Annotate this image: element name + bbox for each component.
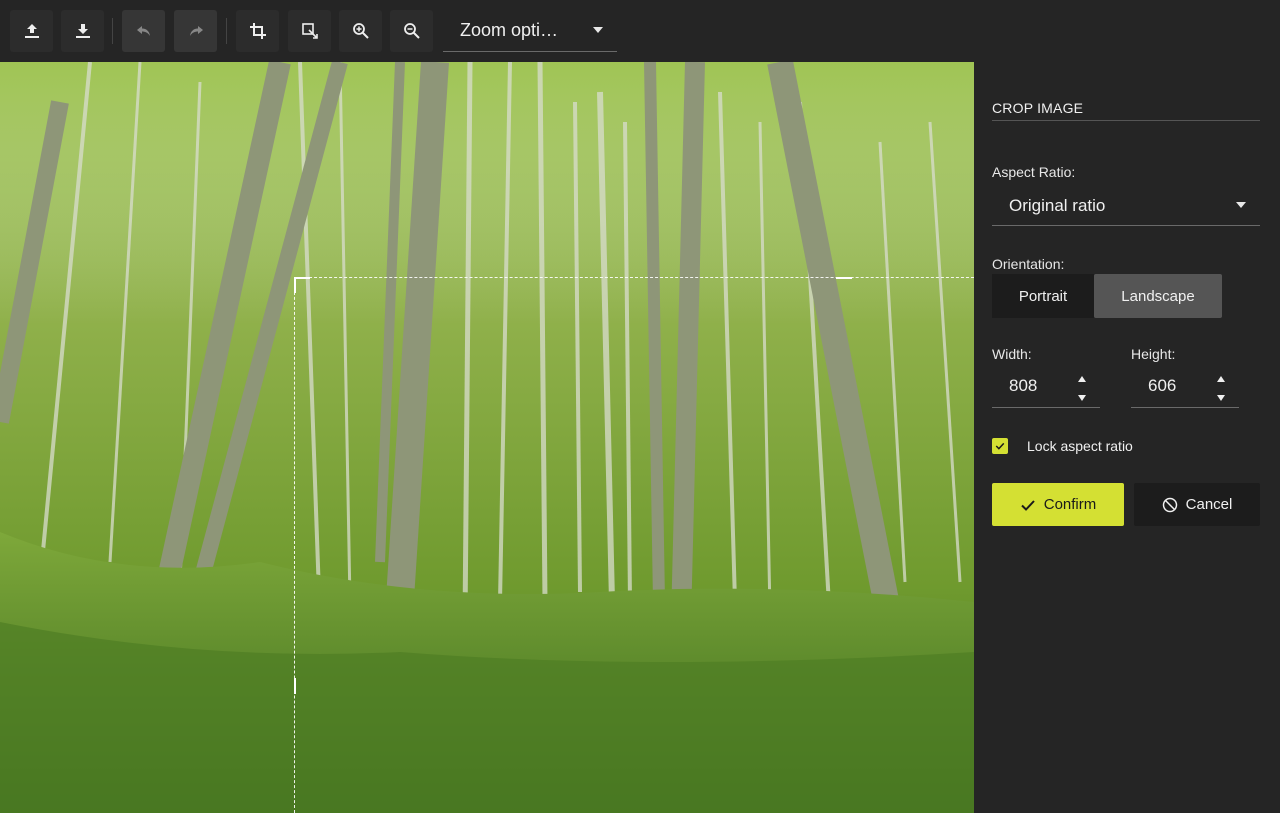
zoom-in-icon xyxy=(352,23,369,39)
zoom-options-select[interactable]: Zoom opti… xyxy=(443,10,617,52)
width-input[interactable]: 808 xyxy=(992,364,1100,408)
redo-button[interactable] xyxy=(174,10,217,52)
crop-panel: CROP IMAGE Aspect Ratio: Original ratio … xyxy=(974,62,1280,813)
lock-aspect-ratio-label[interactable]: Lock aspect ratio xyxy=(1027,438,1133,454)
chevron-down-icon xyxy=(593,27,603,33)
height-input[interactable]: 606 xyxy=(1131,364,1239,408)
undo-button[interactable] xyxy=(122,10,165,52)
orientation-label: Orientation: xyxy=(992,256,1065,272)
toolbar-divider xyxy=(226,18,227,44)
checkmark-icon xyxy=(995,442,1005,450)
resize-button[interactable] xyxy=(288,10,331,52)
upload-button[interactable] xyxy=(10,10,53,52)
toolbar: Zoom opti… xyxy=(0,0,1280,62)
chevron-down-icon xyxy=(1236,202,1246,208)
lock-aspect-ratio-checkbox[interactable] xyxy=(992,438,1008,454)
aspect-ratio-label: Aspect Ratio: xyxy=(992,164,1076,180)
upload-icon xyxy=(24,24,39,38)
download-icon xyxy=(75,24,90,38)
check-icon xyxy=(1021,499,1035,511)
redo-icon xyxy=(189,26,203,36)
toolbar-divider xyxy=(112,18,113,44)
crop-handle-top-left[interactable] xyxy=(294,277,310,279)
height-value: 606 xyxy=(1148,376,1177,395)
height-increment-icon[interactable] xyxy=(1217,376,1225,382)
height-decrement-icon[interactable] xyxy=(1217,395,1225,401)
zoom-options-label: Zoom opti… xyxy=(460,20,559,40)
image-canvas[interactable] xyxy=(0,62,974,813)
orientation-landscape-button[interactable]: Landscape xyxy=(1094,274,1222,318)
aspect-ratio-value: Original ratio xyxy=(1009,196,1106,215)
orientation-portrait-button[interactable]: Portrait xyxy=(992,274,1094,318)
crop-handle-left[interactable] xyxy=(294,678,296,694)
crop-handle-top-left-vertical[interactable] xyxy=(294,277,296,293)
zoom-in-button[interactable] xyxy=(339,10,382,52)
download-button[interactable] xyxy=(61,10,104,52)
crop-selection[interactable] xyxy=(294,277,974,813)
width-label: Width: xyxy=(992,346,1032,362)
cancel-button[interactable]: Cancel xyxy=(1134,483,1260,526)
crop-handle-top[interactable] xyxy=(836,277,852,279)
width-increment-icon[interactable] xyxy=(1078,376,1086,382)
cancel-label: Cancel xyxy=(1185,496,1233,513)
aspect-ratio-select[interactable]: Original ratio xyxy=(992,190,1260,226)
crop-icon xyxy=(249,23,266,39)
width-value: 808 xyxy=(1009,376,1038,395)
resize-icon xyxy=(301,23,318,39)
confirm-label: Confirm xyxy=(1043,496,1097,513)
panel-title: CROP IMAGE xyxy=(992,100,1260,121)
width-decrement-icon[interactable] xyxy=(1078,395,1086,401)
height-label: Height: xyxy=(1131,346,1176,362)
confirm-button[interactable]: Confirm xyxy=(992,483,1124,526)
zoom-out-button[interactable] xyxy=(390,10,433,52)
undo-icon xyxy=(136,26,150,36)
crop-button[interactable] xyxy=(236,10,279,52)
zoom-out-icon xyxy=(403,23,420,39)
cancel-icon xyxy=(1162,497,1177,512)
